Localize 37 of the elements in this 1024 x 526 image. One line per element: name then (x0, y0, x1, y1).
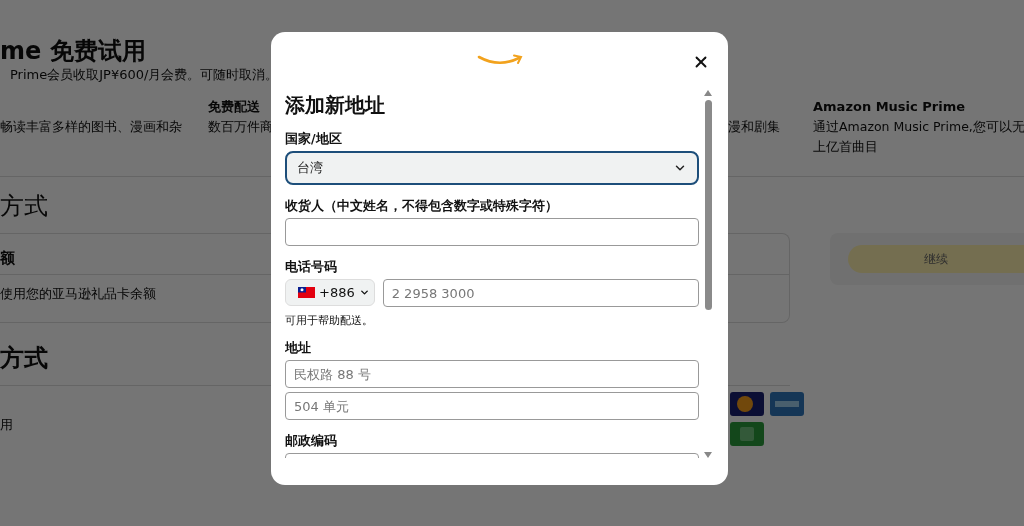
card-title: 额 (0, 248, 15, 268)
payment-text: 用 (0, 416, 13, 433)
country-select[interactable]: 台湾 (285, 151, 699, 185)
field-label: 国家/地区 (285, 130, 343, 147)
field-label: 邮政编码 (285, 432, 338, 449)
chevron-down-icon (358, 287, 370, 298)
dialog-title: 添加新地址 (285, 92, 386, 118)
benefit-text: 数百万件商 (208, 118, 273, 135)
field-label: 收货人（中文姓名，不得包含数字或特殊字符） (285, 197, 559, 214)
input-field[interactable]: 504 单元 (285, 392, 699, 420)
field-label: 电话号码 (285, 258, 338, 275)
card-logo-icon (770, 392, 804, 416)
scrollbar-thumb[interactable] (704, 100, 712, 310)
phone-field[interactable]: 2 2958 3000 (382, 279, 699, 307)
card-text: 使用您的亚马逊礼品卡余额 (0, 285, 156, 302)
country-code-dropdown[interactable]: +886 (285, 279, 375, 306)
field-hint: 可用于帮助配送。 (285, 313, 373, 327)
benefit-title: 免费配送 (208, 98, 260, 115)
smile-logo-icon (476, 54, 523, 66)
card-logo-icon (730, 422, 764, 446)
section-heading: 方式 (0, 343, 48, 373)
scroll-down-icon (704, 452, 712, 458)
benefit-text: 漫和剧集 (728, 118, 780, 135)
benefit-title: Amazon Music Prime (813, 98, 966, 115)
card-logo-icon (730, 392, 764, 416)
scroll-up-icon (704, 90, 712, 96)
page-subtitle: Prime会员收取JP¥600/月会费。可随时取消。 (10, 66, 280, 84)
section-heading: 方式 (0, 191, 48, 221)
benefit-text: 上亿首曲目 (813, 138, 878, 155)
scrollbar[interactable] (702, 90, 714, 458)
benefit-text: 畅读丰富多样的图书、漫画和杂 (0, 118, 182, 135)
benefit-text: 通过Amazon Music Prime,您可以无 (813, 118, 1024, 135)
field-label: 地址 (285, 339, 312, 356)
page-title: me 免费试用 (0, 36, 146, 66)
flag-icon (298, 287, 315, 298)
input-field[interactable] (285, 218, 699, 246)
input-field[interactable]: 民权路 88 号 (285, 360, 699, 388)
